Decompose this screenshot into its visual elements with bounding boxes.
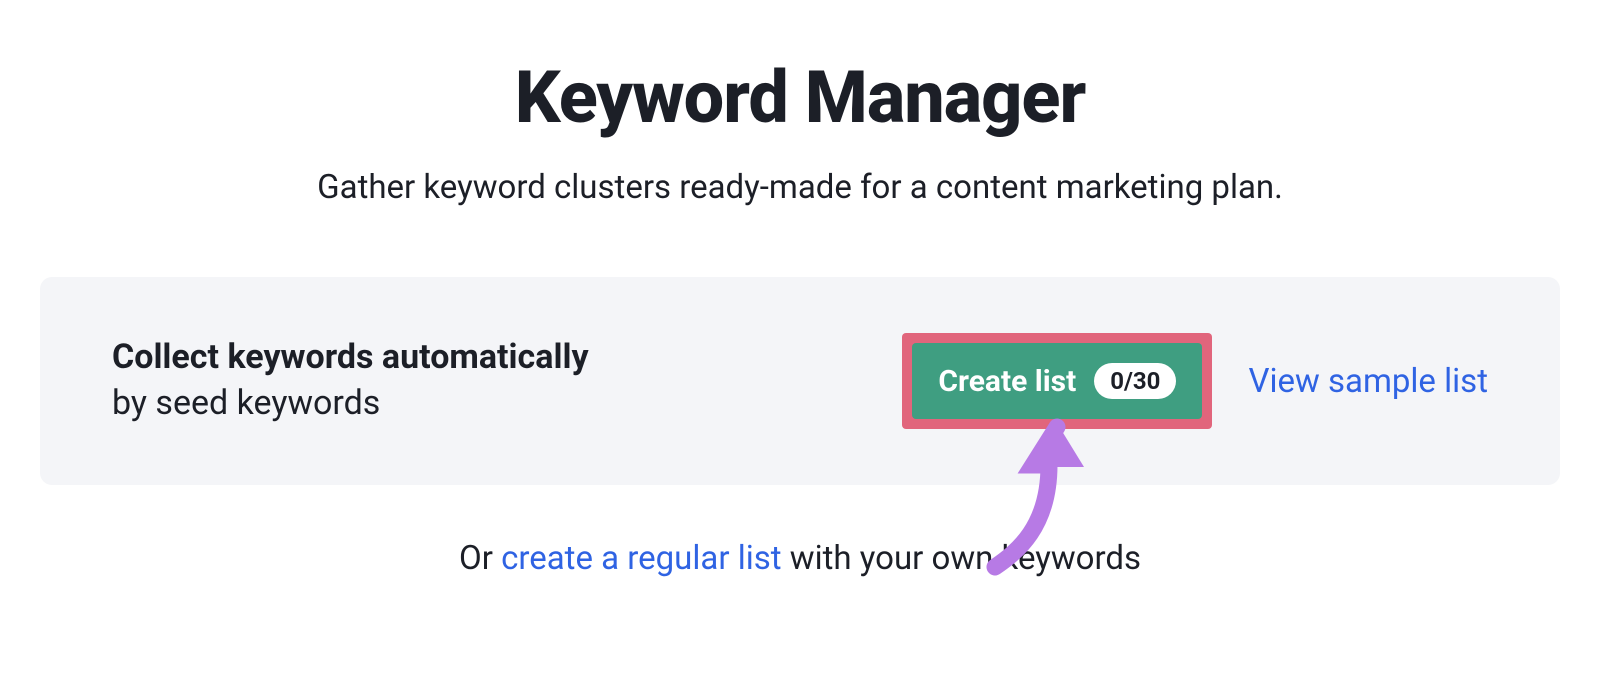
create-list-button[interactable]: Create list 0/30 [912, 343, 1202, 419]
create-list-highlight-box: Create list 0/30 [902, 333, 1212, 429]
panel-right: Create list 0/30 View sample list [902, 333, 1488, 429]
footer-prefix: Or [459, 539, 501, 578]
panel-heading: Collect keywords automatically [112, 335, 902, 381]
page-title: Keyword Manager [40, 55, 1560, 140]
create-list-button-label: Create list [938, 364, 1076, 399]
page-subtitle: Gather keyword clusters ready-made for a… [40, 168, 1560, 207]
collect-keywords-panel: Collect keywords automatically by seed k… [40, 277, 1560, 485]
create-list-count-badge: 0/30 [1094, 363, 1176, 399]
panel-subtext: by seed keywords [112, 381, 902, 427]
create-regular-list-link[interactable]: create a regular list [501, 539, 782, 578]
view-sample-list-link[interactable]: View sample list [1248, 362, 1488, 401]
panel-left: Collect keywords automatically by seed k… [112, 335, 902, 427]
footer-text: Or create a regular list with your own k… [40, 539, 1560, 578]
page-container: Keyword Manager Gather keyword clusters … [0, 0, 1600, 578]
footer-suffix: with your own keywords [782, 539, 1141, 578]
